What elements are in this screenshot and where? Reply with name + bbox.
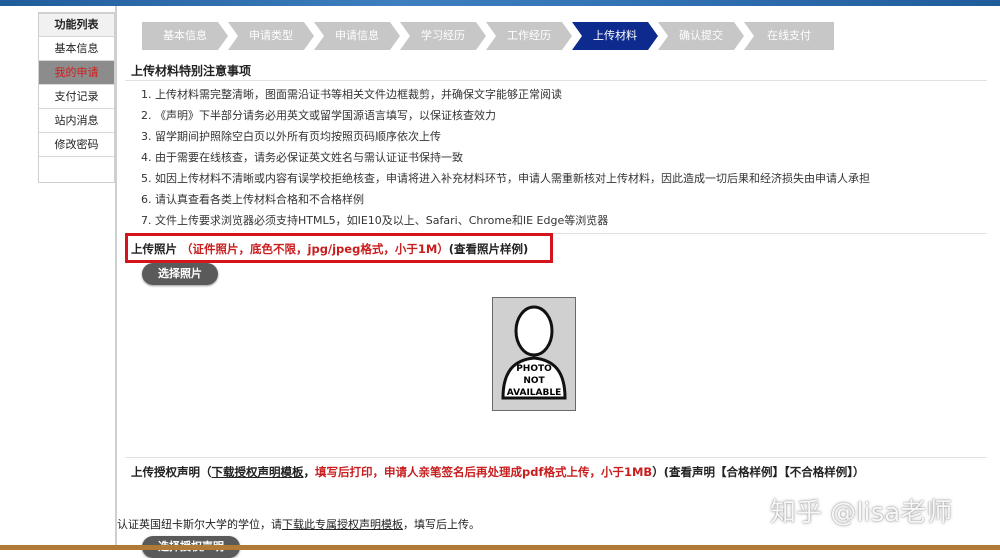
notice-title: 上传材料特别注意事项	[131, 64, 252, 78]
step-progress: 基本信息 申请类型 申请信息 学习经历 工作经历 上传材料 确认提交 在线支付	[142, 22, 834, 50]
sidebar-item-basic-info[interactable]: 基本信息	[39, 37, 114, 61]
auth-note-prefix: 认证英国纽卡斯尔大学的学位，请	[117, 518, 282, 531]
highlight-box	[125, 233, 553, 263]
notice-list: 1. 上传材料需完整清晰，图面需沿证书等相关文件边框裁剪，并确保文字能够正常阅读…	[141, 84, 870, 231]
sidebar-item-my-application[interactable]: 我的申请	[39, 61, 114, 85]
step-confirm-submit[interactable]: 确认提交	[658, 22, 744, 50]
photo-text-3: AVAILABLE	[507, 388, 561, 398]
step-education[interactable]: 学习经历	[400, 22, 486, 50]
photo-placeholder[interactable]: PHOTO NOT AVAILABLE	[492, 297, 576, 411]
notice-divider	[125, 80, 987, 81]
authorization-label: 上传授权声明（下载授权声明模板，填写后打印，申请人亲笔签名后再处理成pdf格式上…	[131, 464, 864, 480]
authorization-requirement: 填写后打印，申请人亲笔签名后再处理成pdf格式上传，小于1MB	[315, 465, 653, 479]
paren-close: ）	[652, 465, 664, 479]
pass-sample-link[interactable]: 【合格样例】	[715, 465, 784, 479]
authorization-note: 认证英国纽卡斯尔大学的学位，请下载此专属授权声明模板，填写后上传。	[117, 516, 480, 532]
auth-note-suffix: ，填写后上传。	[403, 518, 480, 531]
sidebar-item-payment-records[interactable]: 支付记录	[39, 85, 114, 109]
sidebar-title: 功能列表	[39, 14, 114, 37]
step-application-type[interactable]: 申请类型	[228, 22, 314, 50]
step-application-info[interactable]: 申请信息	[314, 22, 400, 50]
sidebar-item-messages[interactable]: 站内消息	[39, 109, 114, 133]
step-upload-materials[interactable]: 上传材料	[572, 22, 658, 50]
step-basic-info[interactable]: 基本信息	[142, 22, 228, 50]
paren-open: （	[200, 465, 212, 479]
comma: ，	[303, 465, 316, 479]
photo-text-1: PHOTO	[516, 364, 552, 374]
auth-section-divider	[125, 457, 987, 458]
notice-item: 4. 由于需要在线核查，请务必保证英文姓名与需认证证书保持一致	[141, 151, 463, 164]
authorization-title: 上传授权声明	[131, 465, 200, 479]
sidebar: 功能列表 基本信息 我的申请 支付记录 站内消息 修改密码	[38, 12, 115, 183]
content-divider	[115, 6, 117, 545]
sidebar-item-change-password[interactable]: 修改密码	[39, 133, 114, 157]
download-exclusive-template-link[interactable]: 下载此专属授权声明模板	[282, 518, 403, 531]
top-banner	[0, 0, 1000, 6]
notice-item: 3. 留学期间护照除空白页以外所有页均按照页码顺序依次上传	[141, 130, 441, 143]
photo-text-2: NOT	[523, 376, 545, 386]
fail-sample-link[interactable]: 【不合格样例】	[784, 465, 853, 479]
notice-item: 7. 文件上传要求浏览器必须支持HTML5，如IE10及以上、Safari、Ch…	[141, 214, 609, 227]
notice-item: 6. 请认真查看各类上传材料合格和不合格样例	[141, 193, 364, 206]
view-statement-text: (查看声明	[663, 465, 715, 479]
choose-photo-button[interactable]: 选择照片	[142, 263, 218, 285]
notice-item: 5. 如因上传材料不清晰或内容有误学校拒绝核查，申请将进入补充材料环节，申请人需…	[141, 172, 870, 185]
bottom-bar	[0, 545, 1000, 550]
auth-end: ）	[852, 465, 865, 479]
step-online-payment[interactable]: 在线支付	[744, 22, 834, 50]
download-template-link[interactable]: 下载授权声明模板	[212, 465, 304, 479]
watermark: 知乎 @lisa老师	[770, 498, 953, 528]
person-silhouette-icon: PHOTO NOT AVAILABLE	[501, 305, 567, 400]
step-work-experience[interactable]: 工作经历	[486, 22, 572, 50]
notice-item: 2. 《声明》下半部分请务必用英文或留学国源语言填写，以保证核查效力	[141, 109, 496, 122]
notice-item: 1. 上传材料需完整清晰，图面需沿证书等相关文件边框裁剪，并确保文字能够正常阅读	[141, 88, 562, 101]
